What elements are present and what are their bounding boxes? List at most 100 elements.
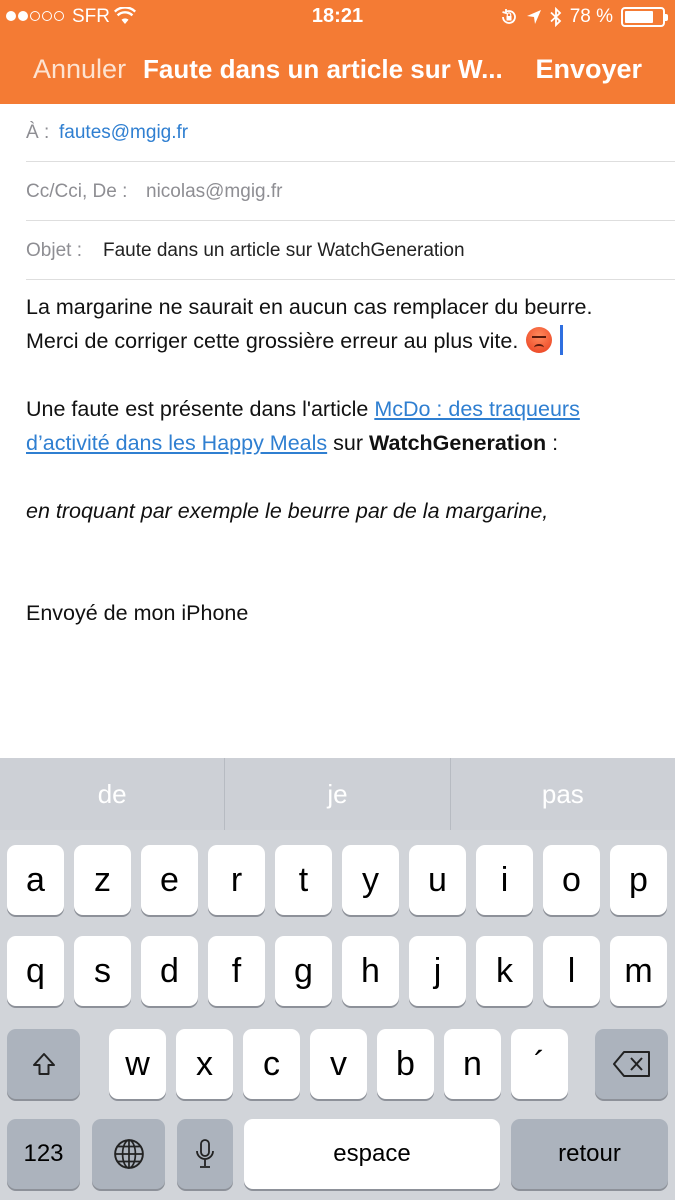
key-label: f [231, 952, 242, 990]
key-label: o [562, 861, 581, 899]
cancel-button[interactable]: Annuler [33, 54, 126, 85]
cc-from-field[interactable]: Cc/Cci, De : nicolas@mgig.fr [26, 163, 675, 221]
dictation-key[interactable] [177, 1119, 233, 1189]
key-n[interactable]: n [444, 1029, 501, 1099]
key-f[interactable]: f [208, 936, 265, 1006]
subject-field[interactable]: Objet : Faute dans un article sur WatchG… [26, 222, 675, 280]
key-label: h [361, 952, 380, 990]
shift-key[interactable] [7, 1029, 80, 1099]
numbers-key[interactable]: 123 [7, 1119, 80, 1189]
battery-percent: 78 % [569, 6, 613, 27]
subject-input[interactable]: Faute dans un article sur WatchGeneratio… [103, 240, 465, 262]
key-c[interactable]: c [243, 1029, 300, 1099]
message-body[interactable]: La margarine ne saurait en aucun cas rem… [26, 290, 666, 630]
globe-icon [113, 1139, 144, 1169]
to-label: À : [26, 122, 50, 143]
key-w[interactable]: w [109, 1029, 166, 1099]
key-label: k [496, 952, 513, 990]
status-right: 78 % [500, 6, 668, 28]
to-field[interactable]: À : fautes@mgig.fr [26, 104, 675, 162]
key-label: n [463, 1045, 482, 1083]
sur-text: sur [327, 431, 369, 455]
key-label: c [263, 1045, 280, 1083]
colon-text: : [546, 431, 559, 455]
suggestion-3[interactable]: pas [451, 758, 675, 830]
key-s[interactable]: s [74, 936, 131, 1006]
key-label: i [500, 861, 509, 899]
key-t[interactable]: t [275, 845, 332, 915]
key-acute-accent[interactable]: ´ [511, 1029, 568, 1099]
compose-navbar: Annuler Faute dans un article sur W... E… [0, 34, 675, 104]
key-r[interactable]: r [208, 845, 265, 915]
text-cursor [560, 325, 564, 355]
key-p[interactable]: p [610, 845, 667, 915]
key-o[interactable]: o [543, 845, 600, 915]
key-g[interactable]: g [275, 936, 332, 1006]
subject-label: Objet : [26, 240, 82, 261]
return-key[interactable]: retour [511, 1119, 668, 1189]
key-label: m [624, 952, 653, 990]
key-q[interactable]: q [7, 936, 64, 1006]
from-address[interactable]: nicolas@mgig.fr [146, 181, 283, 203]
key-label: u [428, 861, 447, 899]
key-a[interactable]: a [7, 845, 64, 915]
key-y[interactable]: y [342, 845, 399, 915]
key-label: a [26, 861, 45, 899]
key-d[interactable]: d [141, 936, 198, 1006]
status-bar: SFR 18:21 78 % [0, 0, 675, 34]
signature: Envoyé de mon iPhone [26, 601, 249, 625]
return-key-label: retour [558, 1140, 621, 1167]
body-line-2: Merci de corriger cette grossière erreur… [26, 324, 666, 358]
bluetooth-icon [550, 7, 561, 27]
keyboard: de je pas a z e r t y u i o p q s d f g h j k l m w x c v b n ´ 12… [0, 758, 675, 1200]
key-x[interactable]: x [176, 1029, 233, 1099]
key-label: t [298, 861, 309, 899]
globe-key[interactable] [92, 1119, 165, 1189]
send-button[interactable]: Envoyer [535, 54, 642, 85]
suggestion-2[interactable]: je [225, 758, 451, 830]
key-label: ´ [533, 1045, 546, 1083]
key-j[interactable]: j [409, 936, 466, 1006]
compose-title: Faute dans un article sur W... [143, 54, 503, 84]
location-arrow-icon [526, 10, 541, 24]
key-label: b [396, 1045, 415, 1083]
fault-paragraph: Une faute est présente dans l'article Mc… [26, 392, 666, 460]
backspace-icon [612, 1051, 650, 1077]
key-label: x [196, 1045, 213, 1083]
key-label: y [362, 861, 379, 899]
key-label: e [160, 861, 179, 899]
microphone-icon [196, 1139, 214, 1168]
to-recipient[interactable]: fautes@mgig.fr [59, 122, 188, 144]
key-label: q [26, 952, 45, 990]
key-e[interactable]: e [141, 845, 198, 915]
site-name: WatchGeneration [368, 431, 547, 455]
cc-label: Cc/Cci, De : [26, 181, 128, 202]
body-text: Merci de corriger cette grossière erreur… [26, 329, 519, 353]
key-i[interactable]: i [476, 845, 533, 915]
key-u[interactable]: u [409, 845, 466, 915]
key-label: p [629, 861, 648, 899]
predictive-bar: de je pas [0, 758, 675, 830]
key-v[interactable]: v [310, 1029, 367, 1099]
key-label: l [567, 952, 576, 990]
suggestion-1[interactable]: de [0, 758, 226, 830]
key-b[interactable]: b [377, 1029, 434, 1099]
shift-icon [32, 1053, 55, 1075]
key-m[interactable]: m [610, 936, 667, 1006]
body-line: La margarine ne saurait en aucun cas rem… [26, 295, 593, 319]
key-h[interactable]: h [342, 936, 399, 1006]
key-z[interactable]: z [74, 845, 131, 915]
angry-face-emoji-icon [526, 327, 553, 353]
delete-key[interactable] [595, 1029, 668, 1099]
key-label: r [230, 861, 243, 899]
space-key-label: espace [333, 1140, 411, 1167]
key-label: z [94, 861, 111, 899]
key-label: v [330, 1045, 347, 1083]
space-key[interactable]: espace [244, 1119, 500, 1189]
key-l[interactable]: l [543, 936, 600, 1006]
key-k[interactable]: k [476, 936, 533, 1006]
battery-fill [625, 11, 654, 23]
quoted-text: en troquant par exemple le beurre par de… [26, 499, 549, 523]
